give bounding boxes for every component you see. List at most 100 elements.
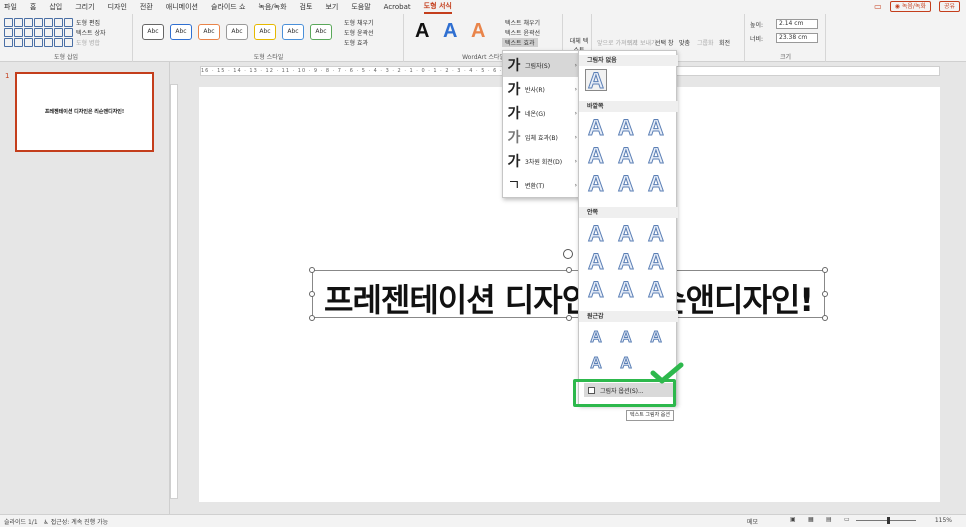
shape-fill-button[interactable]: 도형 채우기 xyxy=(344,18,374,27)
tab-draw[interactable]: 그리기 xyxy=(75,2,94,12)
shadow-option[interactable]: A xyxy=(615,172,637,195)
slideshow-icon[interactable]: ▭ xyxy=(844,516,850,523)
shadow-option[interactable]: A xyxy=(615,353,637,375)
3d-rotation-icon: 가 xyxy=(507,154,521,170)
menu-item-bevel[interactable]: 가 입체 효과(B) › xyxy=(503,125,582,149)
zoom-slider-thumb[interactable] xyxy=(887,517,890,524)
normal-view-icon[interactable]: ▣ xyxy=(790,516,796,523)
wordart-style-swatch[interactable]: A xyxy=(415,20,429,43)
tab-review[interactable]: 검토 xyxy=(300,2,313,12)
text-fill-button[interactable]: 텍스트 채우기 xyxy=(505,18,540,27)
resize-handle[interactable] xyxy=(822,267,828,273)
width-input[interactable]: 23.38 cm xyxy=(776,33,818,43)
shadow-option[interactable]: A xyxy=(645,222,667,245)
shadow-option[interactable]: A xyxy=(585,222,607,245)
text-box-button[interactable]: 텍스트 상자 xyxy=(76,28,106,37)
tab-transitions[interactable]: 전환 xyxy=(140,2,153,12)
edit-shape-button[interactable]: 도형 편집 xyxy=(76,18,100,27)
shadow-option[interactable]: A xyxy=(615,327,637,349)
resize-handle[interactable] xyxy=(566,267,572,273)
shadow-option[interactable]: A xyxy=(615,278,637,301)
chevron-right-icon: › xyxy=(574,61,577,69)
tab-help[interactable]: 도움말 xyxy=(351,2,370,12)
comment-icon[interactable]: ▭ xyxy=(874,2,882,11)
resize-handle[interactable] xyxy=(309,267,315,273)
shadow-option[interactable]: A xyxy=(585,116,607,139)
wordart-style-swatch[interactable]: A xyxy=(471,20,485,43)
align-button[interactable]: 맞춤 xyxy=(679,38,690,47)
shapes-gallery[interactable] xyxy=(4,18,73,48)
tab-acrobat[interactable]: Acrobat xyxy=(384,3,411,11)
menu-item-glow[interactable]: 가 네온(G) › xyxy=(503,101,582,125)
send-backward-button[interactable]: 뒤로 보내기 xyxy=(627,38,657,47)
shadow-option[interactable]: A xyxy=(615,144,637,167)
style-swatch[interactable]: Abc xyxy=(282,24,304,40)
style-swatch[interactable]: Abc xyxy=(198,24,220,40)
style-swatch[interactable]: Abc xyxy=(254,24,276,40)
notes-button[interactable]: 메모 xyxy=(747,517,758,526)
tab-view[interactable]: 보기 xyxy=(325,2,338,12)
shape-outline-button[interactable]: 도형 윤곽선 xyxy=(344,28,374,37)
tab-design[interactable]: 디자인 xyxy=(108,2,127,12)
shadow-option[interactable]: A xyxy=(585,250,607,273)
zoom-level[interactable]: 115% xyxy=(935,517,952,524)
section-inner: 안쪽 xyxy=(579,207,678,218)
slide-sorter-icon[interactable]: ▦ xyxy=(808,516,814,523)
slide-thumbnail[interactable]: 프레젠테이션 디자인은 리슨앤디자인! xyxy=(15,72,154,152)
menu-item-transform[interactable]: ㄱ 변환(T) › xyxy=(503,173,582,197)
tab-file[interactable]: 파일 xyxy=(4,2,17,12)
shadow-option[interactable]: A xyxy=(645,278,667,301)
menu-item-label: 3차원 회전(D) xyxy=(525,158,563,166)
reading-view-icon[interactable]: ▤ xyxy=(826,516,832,523)
style-swatch[interactable]: Abc xyxy=(170,24,192,40)
group-label: 도형 삽입 xyxy=(54,54,78,61)
shadow-option[interactable]: A xyxy=(615,116,637,139)
text-outline-button[interactable]: 텍스트 윤곽선 xyxy=(505,28,540,37)
shadow-option[interactable]: A xyxy=(645,327,667,349)
record-button[interactable]: ◉ 녹음/녹화 xyxy=(889,1,931,12)
shadow-option[interactable]: A xyxy=(585,278,607,301)
selection-pane-button[interactable]: 선택 창 xyxy=(655,38,673,47)
style-swatch[interactable]: Abc xyxy=(310,24,332,40)
rotate-button[interactable]: 회전 xyxy=(719,38,730,47)
shadow-option[interactable]: A xyxy=(645,144,667,167)
group-button[interactable]: 그룹화 xyxy=(697,38,714,47)
bevel-icon: 가 xyxy=(507,130,521,146)
shadow-option[interactable]: A xyxy=(585,327,607,349)
menu-item-reflection[interactable]: 가 반사(R) › xyxy=(503,77,582,101)
shadow-option[interactable]: A xyxy=(615,250,637,273)
tab-slideshow[interactable]: 슬라이드 쇼 xyxy=(211,2,245,12)
shadow-option-none[interactable]: A xyxy=(585,69,607,92)
tab-animations[interactable]: 애니메이션 xyxy=(166,2,198,12)
slide-title[interactable]: 프레젠테이션 디자인은 리슨앤디자인! xyxy=(313,275,824,321)
zoom-slider[interactable] xyxy=(856,520,916,521)
shadow-option[interactable]: A xyxy=(645,172,667,195)
checkmark-icon xyxy=(650,362,684,384)
tab-home[interactable]: 홈 xyxy=(30,2,36,12)
shadow-option[interactable]: A xyxy=(645,116,667,139)
shape-effects-button[interactable]: 도형 효과 xyxy=(344,38,368,47)
tab-insert[interactable]: 삽입 xyxy=(49,2,62,12)
tab-shape-format[interactable]: 도형 서식 xyxy=(423,1,452,14)
height-input[interactable]: 2.14 cm xyxy=(776,19,818,29)
style-swatch[interactable]: Abc xyxy=(226,24,248,40)
accessibility-icon[interactable]: ♿ xyxy=(43,519,48,526)
text-effects-button[interactable]: 텍스트 효과 xyxy=(502,38,538,47)
shadow-option[interactable]: A xyxy=(585,353,607,375)
shadow-option[interactable]: A xyxy=(585,172,607,195)
slide-count: 슬라이드 1/1 xyxy=(4,519,38,526)
style-swatch[interactable]: Abc xyxy=(142,24,164,40)
rotate-handle[interactable] xyxy=(563,249,573,259)
accessibility-status[interactable]: 접근성: 계속 진행 가능 xyxy=(51,519,108,526)
wordart-style-swatch[interactable]: A xyxy=(443,20,457,43)
shadow-option[interactable]: A xyxy=(615,222,637,245)
shadow-option[interactable]: A xyxy=(645,250,667,273)
shadow-option[interactable]: A xyxy=(585,144,607,167)
title-textbox[interactable]: 프레젠테이션 디자인은 리슨앤디자인! xyxy=(309,249,828,321)
menu-item-shadow[interactable]: 가 그림자(S) › xyxy=(503,53,582,77)
merge-shapes-button[interactable]: 도형 병합 xyxy=(76,38,100,47)
group-insert-shapes: 도형 편집 텍스트 상자 도형 병합 도형 삽입 xyxy=(0,14,133,62)
share-button[interactable]: 공유 xyxy=(938,1,960,12)
tab-record[interactable]: 녹음/녹화 xyxy=(258,2,286,12)
menu-item-3d-rotation[interactable]: 가 3차원 회전(D) › xyxy=(503,149,582,173)
